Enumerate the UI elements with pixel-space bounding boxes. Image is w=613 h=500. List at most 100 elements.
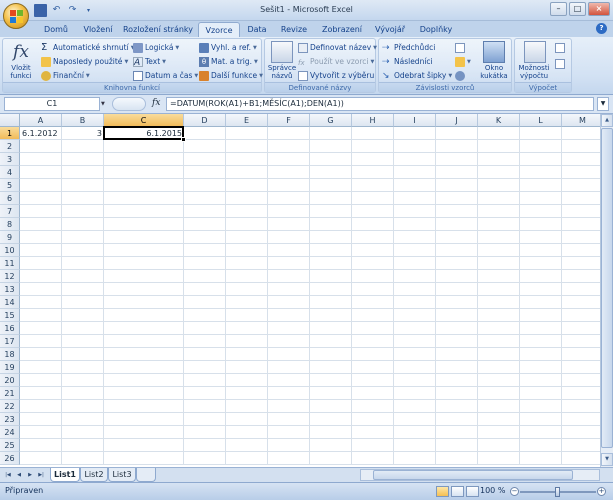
more-functions-button[interactable]: Další funkce ▼ bbox=[199, 70, 263, 82]
row-header-22[interactable]: 22 bbox=[0, 400, 20, 413]
column-header-f[interactable]: F bbox=[268, 114, 310, 127]
row-header-12[interactable]: 12 bbox=[0, 270, 20, 283]
row-header-13[interactable]: 13 bbox=[0, 283, 20, 296]
column-header-a[interactable]: A bbox=[20, 114, 62, 127]
insert-sheet-icon[interactable] bbox=[136, 468, 156, 482]
zoom-in-icon[interactable]: + bbox=[597, 487, 606, 496]
row-header-6[interactable]: 6 bbox=[0, 192, 20, 205]
insert-function-fx-button[interactable]: fx bbox=[152, 98, 160, 108]
row-header-20[interactable]: 20 bbox=[0, 374, 20, 387]
tab-developer[interactable]: Vývojář bbox=[370, 22, 410, 37]
row-header-2[interactable]: 2 bbox=[0, 140, 20, 153]
row-header-15[interactable]: 15 bbox=[0, 309, 20, 322]
row-header-4[interactable]: 4 bbox=[0, 166, 20, 179]
calculation-options-button[interactable]: Možnosti výpočtu bbox=[517, 41, 553, 80]
math-trig-button[interactable]: θ Mat. a trig. ▼ bbox=[199, 56, 258, 68]
cell-b1[interactable]: 3 bbox=[62, 127, 104, 140]
use-in-formula-button[interactable]: fx Použít ve vzorci ▼ bbox=[298, 56, 374, 68]
tab-home[interactable]: Domů bbox=[36, 22, 76, 37]
autosum-button[interactable]: Σ Automatické shrnutí▼ bbox=[41, 42, 135, 54]
worksheet-grid[interactable]: A B C D E F G H I J K L M 1 2 3 4 5 6 7 8 9 10 11 12 13 14 15 16 17 18… bbox=[0, 114, 600, 467]
watch-window-button[interactable]: Okno kukátka bbox=[477, 41, 511, 80]
recently-used-button[interactable]: Naposledy použité ▼ bbox=[41, 56, 128, 68]
fill-handle[interactable] bbox=[181, 137, 186, 142]
row-header-8[interactable]: 8 bbox=[0, 218, 20, 231]
row-header-9[interactable]: 9 bbox=[0, 231, 20, 244]
row-header-17[interactable]: 17 bbox=[0, 335, 20, 348]
name-manager-button[interactable]: Správce názvů bbox=[267, 41, 297, 80]
last-sheet-icon[interactable]: ▶| bbox=[36, 470, 46, 480]
insert-function-button[interactable]: fx Vložit funkci bbox=[6, 41, 36, 80]
tab-addins[interactable]: Doplňky bbox=[414, 22, 458, 37]
tab-insert[interactable]: Vložení bbox=[78, 22, 118, 37]
help-icon[interactable]: ? bbox=[596, 23, 607, 34]
date-time-button[interactable]: Datum a čas ▼ bbox=[133, 70, 198, 82]
logical-button[interactable]: Logická ▼ bbox=[133, 42, 179, 54]
select-all-corner[interactable] bbox=[0, 114, 20, 127]
row-header-26[interactable]: 26 bbox=[0, 452, 20, 465]
calculate-sheet-button[interactable] bbox=[555, 58, 565, 70]
cell-a1[interactable]: 6.1.2012 bbox=[20, 127, 62, 140]
page-break-view-icon[interactable] bbox=[466, 486, 479, 497]
zoom-level[interactable]: 100 % bbox=[480, 486, 505, 495]
column-header-e[interactable]: E bbox=[226, 114, 268, 127]
horizontal-scroll-thumb[interactable] bbox=[373, 470, 573, 480]
zoom-out-icon[interactable]: − bbox=[510, 487, 519, 496]
text-button[interactable]: A Text ▼ bbox=[133, 56, 166, 68]
office-button[interactable] bbox=[3, 3, 29, 29]
row-header-25[interactable]: 25 bbox=[0, 439, 20, 452]
name-box[interactable]: C1 bbox=[4, 97, 100, 111]
next-sheet-icon[interactable]: ▶ bbox=[25, 470, 35, 480]
row-header-3[interactable]: 3 bbox=[0, 153, 20, 166]
column-header-g[interactable]: G bbox=[310, 114, 352, 127]
sheet-tab-list1[interactable]: List1 bbox=[50, 468, 80, 482]
horizontal-scrollbar[interactable] bbox=[360, 469, 600, 481]
remove-arrows-button[interactable]: ↘ Odebrat šipky ▼ bbox=[382, 70, 452, 82]
expand-formula-bar-button[interactable]: ▼ bbox=[597, 97, 609, 111]
column-header-d[interactable]: D bbox=[184, 114, 226, 127]
row-header-24[interactable]: 24 bbox=[0, 426, 20, 439]
formula-input[interactable]: =DATUM(ROK(A1)+B1;MĚSÍC(A1);DEN(A1)) bbox=[166, 97, 594, 111]
define-name-button[interactable]: Definovat název ▼ bbox=[298, 42, 377, 54]
prev-sheet-icon[interactable]: ◀ bbox=[14, 470, 24, 480]
column-header-i[interactable]: I bbox=[394, 114, 436, 127]
zoom-slider[interactable]: − + bbox=[510, 487, 606, 497]
lookup-button[interactable]: Vyhl. a ref. ▼ bbox=[199, 42, 257, 54]
financial-button[interactable]: Finanční ▼ bbox=[41, 70, 90, 82]
column-header-h[interactable]: H bbox=[352, 114, 394, 127]
column-header-k[interactable]: K bbox=[478, 114, 520, 127]
sheet-tab-list2[interactable]: List2 bbox=[80, 468, 108, 482]
tab-page-layout[interactable]: Rozložení stránky bbox=[120, 22, 196, 37]
row-header-16[interactable]: 16 bbox=[0, 322, 20, 335]
tab-formulas[interactable]: Vzorce bbox=[198, 22, 240, 37]
tab-data[interactable]: Data bbox=[242, 22, 272, 37]
row-header-5[interactable]: 5 bbox=[0, 179, 20, 192]
column-header-j[interactable]: J bbox=[436, 114, 478, 127]
trace-precedents-button[interactable]: ⇢ Předchůdci bbox=[382, 42, 435, 54]
row-header-7[interactable]: 7 bbox=[0, 205, 20, 218]
page-layout-view-icon[interactable] bbox=[451, 486, 464, 497]
sheet-tab-list3[interactable]: List3 bbox=[108, 468, 136, 482]
row-header-14[interactable]: 14 bbox=[0, 296, 20, 309]
show-formulas-button[interactable] bbox=[455, 42, 465, 54]
vertical-scroll-thumb[interactable] bbox=[601, 128, 613, 448]
tab-view[interactable]: Zobrazení bbox=[316, 22, 368, 37]
normal-view-icon[interactable] bbox=[436, 486, 449, 497]
row-header-23[interactable]: 23 bbox=[0, 413, 20, 426]
row-header-1[interactable]: 1 bbox=[0, 127, 20, 140]
maximize-button[interactable]: □ bbox=[569, 2, 586, 16]
row-header-10[interactable]: 10 bbox=[0, 244, 20, 257]
first-sheet-icon[interactable]: |◀ bbox=[3, 470, 13, 480]
row-header-21[interactable]: 21 bbox=[0, 387, 20, 400]
create-from-selection-button[interactable]: Vytvořit z výběru bbox=[298, 70, 374, 82]
row-header-19[interactable]: 19 bbox=[0, 361, 20, 374]
trace-dependents-button[interactable]: ⇢ Následníci bbox=[382, 56, 433, 68]
row-header-18[interactable]: 18 bbox=[0, 348, 20, 361]
calculate-now-button[interactable] bbox=[555, 42, 565, 54]
row-header-11[interactable]: 11 bbox=[0, 257, 20, 270]
error-checking-button[interactable]: ▼ bbox=[455, 56, 471, 68]
tab-review[interactable]: Revize bbox=[274, 22, 314, 37]
vertical-scrollbar[interactable]: ▲ ▼ bbox=[600, 114, 613, 467]
column-header-l[interactable]: L bbox=[520, 114, 562, 127]
zoom-knob[interactable] bbox=[555, 487, 560, 497]
